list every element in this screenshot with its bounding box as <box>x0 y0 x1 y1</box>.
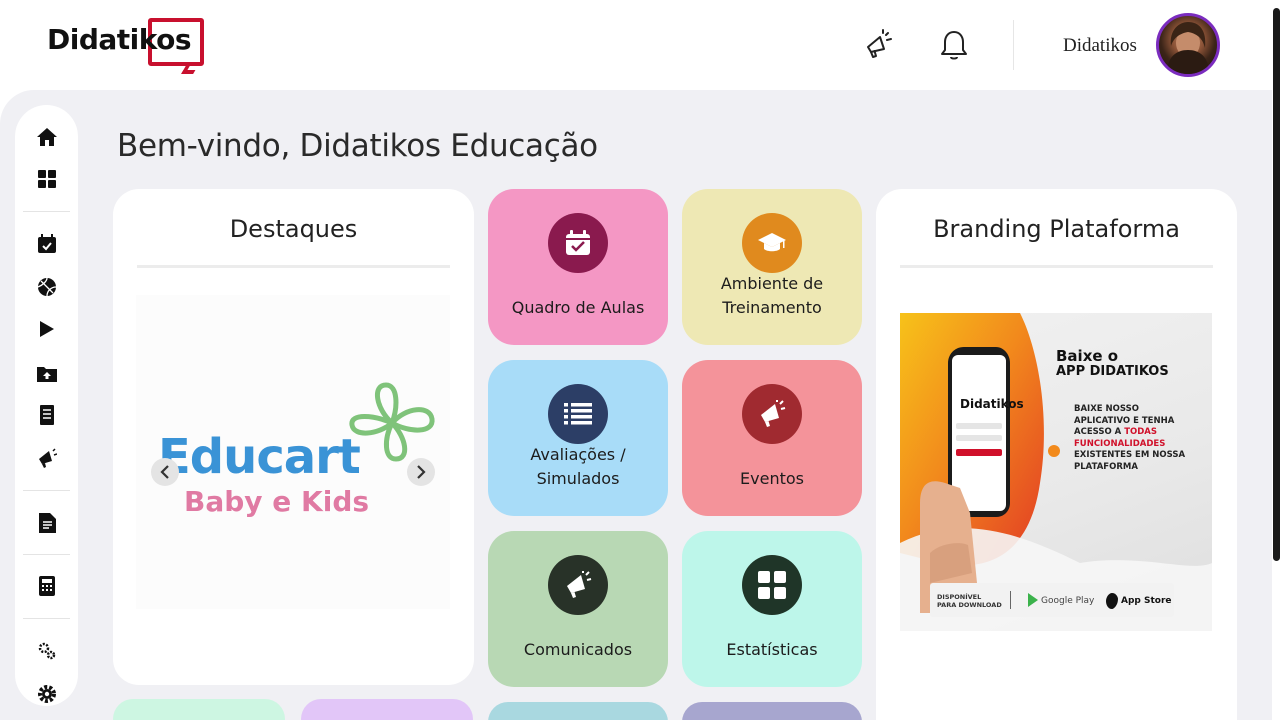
sports-ball-icon[interactable] <box>34 274 60 300</box>
phone-app-logo: Didatikos <box>960 397 1024 411</box>
gear-icon[interactable] <box>34 681 60 707</box>
app-store-badge[interactable]: App Store <box>1121 596 1172 606</box>
tile-ambiente-de-treinamento[interactable]: Ambiente de Treinamento <box>682 189 862 345</box>
calendar-check-icon[interactable] <box>34 231 60 257</box>
promo-heading-1: Baixe o <box>1056 347 1119 365</box>
didatikos-logo[interactable]: Didatikos <box>44 14 209 74</box>
chevron-right-icon <box>417 465 426 479</box>
slide-subtitle: Baby e Kids <box>184 485 370 518</box>
tile-eventos[interactable]: Eventos <box>682 360 862 516</box>
promo-body-line: FUNCIONALIDADES <box>1074 438 1166 449</box>
tile-label: Avaliações / Simulados <box>530 445 626 488</box>
dashboard-grid-icon[interactable] <box>34 166 60 192</box>
tile-label: Quadro de Aulas <box>511 298 645 317</box>
tile-icon-circle <box>742 384 802 444</box>
tile-label: Eventos <box>740 469 804 488</box>
report-list-icon[interactable] <box>34 402 60 428</box>
user-avatar[interactable] <box>1156 13 1220 77</box>
tile-quadro-de-aulas[interactable]: Quadro de Aulas <box>488 189 668 345</box>
partial-tile[interactable] <box>682 702 862 720</box>
calendar-check-icon <box>566 230 590 255</box>
branding-card: Branding Plataforma Didatikos Baixe o AP… <box>876 189 1237 720</box>
google-play-badge[interactable]: Google Play <box>1041 596 1094 606</box>
tile-estatisticas[interactable]: Estatísticas <box>682 531 862 687</box>
page-title: Bem-vindo, Didatikos Educação <box>117 128 598 164</box>
tile-avaliacoes-simulados[interactable]: Avaliações / Simulados <box>488 360 668 516</box>
list-icon <box>564 403 592 425</box>
branding-divider <box>900 265 1213 268</box>
promo-highlight-text: TODAS <box>1124 427 1157 437</box>
document-icon[interactable] <box>34 510 60 536</box>
promo-body-text: ACESSO A <box>1074 427 1122 437</box>
sidebar-divider <box>23 618 70 619</box>
megaphone-icon <box>761 400 786 427</box>
scrollbar-thumb[interactable] <box>1273 8 1280 561</box>
tile-label: Estatísticas <box>726 640 818 659</box>
download-caption-line: DISPONÍVEL <box>937 593 982 601</box>
slide-title: Educart <box>158 429 361 485</box>
sidebar-divider <box>23 211 70 212</box>
highlights-carousel[interactable]: Educart Baby e Kids <box>136 295 450 609</box>
header-divider <box>1013 20 1014 70</box>
carousel-next-button[interactable] <box>407 458 435 486</box>
sidebar-nav <box>15 105 78 706</box>
settings-gears-icon[interactable] <box>34 638 60 664</box>
promo-body-line: APLICATIVO E TENHA <box>1074 415 1175 426</box>
tile-comunicados[interactable]: Comunicados <box>488 531 668 687</box>
highlights-card: Destaques Educart Baby e Kids <box>113 189 474 685</box>
folder-upload-icon[interactable] <box>34 360 60 386</box>
tile-label: Comunicados <box>523 640 633 659</box>
carousel-prev-button[interactable] <box>151 458 179 486</box>
tile-icon-circle <box>548 555 608 615</box>
branding-title: Branding Plataforma <box>933 215 1180 243</box>
tile-icon-circle <box>742 213 802 273</box>
user-name[interactable]: Didatikos <box>1063 35 1137 57</box>
promo-body-line: BAIXE NOSSO <box>1074 404 1139 414</box>
tile-icon-circle <box>742 555 802 615</box>
promo-body: BAIXE NOSSO APLICATIVO E TENHA ACESSO A … <box>1074 404 1185 473</box>
highlights-divider <box>137 265 450 268</box>
partial-tile[interactable] <box>301 699 473 720</box>
promo-body-line: ACESSO A TODAS <box>1074 427 1185 439</box>
promo-body-line: EXISTENTES EM NOSSA <box>1074 450 1186 460</box>
play-icon[interactable] <box>34 316 60 342</box>
tile-icon-circle <box>548 384 608 444</box>
app-promo-banner[interactable]: Didatikos Baixe o APP DIDATIKOS BAIXE NO… <box>900 313 1212 631</box>
announcements-icon[interactable] <box>861 27 895 63</box>
download-caption-line: PARA DOWNLOAD <box>937 601 1002 609</box>
calculator-icon[interactable] <box>34 573 60 599</box>
partial-tile[interactable] <box>113 699 285 720</box>
graduation-cap-icon <box>758 233 786 252</box>
partial-tile[interactable] <box>488 702 668 720</box>
promo-body-line: PLATAFORMA <box>1074 461 1138 472</box>
megaphone-icon <box>567 571 592 598</box>
sidebar-divider <box>23 554 70 555</box>
logo-text: Didatikos <box>47 23 192 56</box>
highlights-title: Destaques <box>229 215 358 243</box>
download-caption: DISPONÍVEL PARA DOWNLOAD <box>937 593 1002 609</box>
tile-label: Ambiente de Treinamento <box>720 274 824 317</box>
chevron-left-icon <box>160 465 169 479</box>
notifications-bell-icon[interactable] <box>937 27 971 63</box>
tile-icon-circle <box>548 213 608 273</box>
sidebar-divider <box>23 490 70 491</box>
page-scrollbar[interactable] <box>1272 0 1280 720</box>
megaphone-icon[interactable] <box>34 445 60 471</box>
top-header: Didatikos Didatikos <box>0 0 1280 90</box>
promo-heading-2: APP DIDATIKOS <box>1056 364 1169 379</box>
grid-icon <box>758 571 786 599</box>
home-icon[interactable] <box>34 124 60 150</box>
